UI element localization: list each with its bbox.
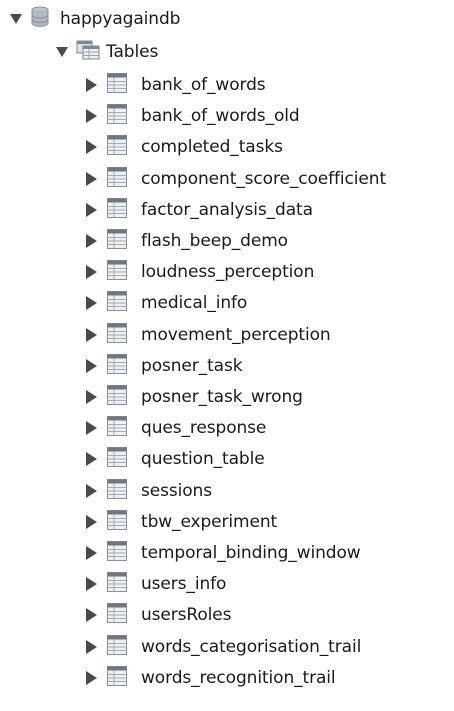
table-item[interactable]: temporal_binding_window	[86, 538, 361, 568]
expand-arrow-icon[interactable]	[86, 296, 97, 311]
table-icon	[107, 416, 127, 440]
table-item[interactable]: component_score_coefficient	[86, 164, 386, 194]
expand-arrow-icon[interactable]	[86, 202, 97, 217]
table-item[interactable]: sessions	[86, 476, 212, 506]
table-item[interactable]: factor_analysis_data	[86, 195, 313, 225]
schema-tree: happyagaindb Tables bank_of_words bank_of…	[0, 0, 454, 711]
table-name: medical_info	[141, 293, 248, 314]
table-icon	[107, 572, 127, 596]
collapse-arrow-icon[interactable]	[56, 47, 68, 57]
collapse-arrow-icon[interactable]	[10, 14, 22, 24]
expand-arrow-icon[interactable]	[86, 78, 97, 92]
table-name: factor_analysis_data	[141, 199, 313, 220]
expand-arrow-icon[interactable]	[86, 390, 97, 404]
table-icon	[107, 166, 127, 191]
table-name: users_info	[141, 574, 227, 595]
table-icon	[107, 509, 127, 534]
table-item[interactable]: users_info	[86, 569, 226, 599]
expand-arrow-icon[interactable]	[86, 514, 97, 529]
table-name: ques_response	[141, 418, 267, 439]
table-item[interactable]: bank_of_words_old	[86, 101, 300, 131]
table-icon	[107, 447, 127, 471]
expand-arrow-icon[interactable]	[86, 608, 97, 623]
expand-arrow-icon[interactable]	[86, 483, 97, 498]
database-node[interactable]: happyagaindb	[10, 4, 180, 34]
table-name: loudness_perception	[141, 262, 315, 283]
table-icon	[107, 73, 127, 97]
database-icon	[30, 6, 50, 32]
expand-arrow-icon[interactable]	[86, 452, 97, 467]
expand-arrow-icon[interactable]	[86, 546, 97, 560]
table-name: flash_beep_demo	[141, 231, 288, 251]
expand-arrow-icon[interactable]	[86, 577, 97, 592]
expand-arrow-icon[interactable]	[86, 639, 97, 654]
expand-arrow-icon[interactable]	[86, 265, 97, 280]
expand-arrow-icon[interactable]	[86, 234, 97, 248]
database-name: happyagaindb	[60, 9, 181, 29]
tables-folder-label: Tables	[106, 42, 159, 62]
expand-arrow-icon[interactable]	[86, 670, 97, 685]
table-item[interactable]: loudness_perception	[86, 257, 314, 287]
table-name: component_score_coefficient	[141, 168, 387, 189]
table-icon	[107, 353, 127, 378]
table-item[interactable]: bank_of_words	[86, 70, 266, 100]
table-name: temporal_binding_window	[141, 543, 361, 563]
table-name: sessions	[141, 480, 212, 501]
table-icon	[107, 385, 127, 409]
table-icon	[107, 104, 127, 128]
table-item[interactable]: movement_perception	[86, 320, 331, 350]
table-item[interactable]: completed_tasks	[86, 132, 283, 162]
table-item[interactable]: posner_task_wrong	[86, 382, 303, 412]
table-name: bank_of_words_old	[141, 106, 300, 127]
table-item[interactable]: usersRoles	[86, 600, 232, 630]
table-name: question_table	[141, 449, 265, 470]
table-name: posner_task	[141, 355, 243, 376]
table-name: usersRoles	[141, 605, 232, 626]
expand-arrow-icon[interactable]	[86, 140, 97, 155]
table-icon	[107, 478, 127, 503]
table-item[interactable]: flash_beep_demo	[86, 226, 288, 256]
expand-arrow-icon[interactable]	[86, 358, 97, 373]
table-item[interactable]: words_recognition_trail	[86, 663, 336, 693]
table-icon	[107, 135, 127, 159]
expand-arrow-icon[interactable]	[86, 109, 97, 124]
expand-arrow-icon[interactable]	[86, 327, 97, 342]
table-icon	[107, 322, 127, 347]
table-name: completed_tasks	[141, 137, 283, 158]
table-item[interactable]: question_table	[86, 444, 265, 474]
expand-arrow-icon[interactable]	[86, 171, 97, 186]
tables-folder-node[interactable]: Tables	[56, 37, 158, 67]
table-name: movement_perception	[141, 324, 331, 345]
table-item[interactable]: posner_task	[86, 351, 243, 381]
table-name: words_categorisation_trail	[141, 636, 362, 657]
table-icon	[107, 229, 127, 253]
tables-folder-icon	[76, 40, 100, 64]
table-icon	[107, 541, 127, 565]
table-icon	[107, 260, 127, 284]
table-item[interactable]: tbw_experiment	[86, 507, 277, 537]
table-name: posner_task_wrong	[141, 387, 303, 407]
table-icon	[107, 197, 127, 222]
table-name: tbw_experiment	[141, 511, 278, 532]
table-icon	[107, 291, 127, 315]
table-item[interactable]: ques_response	[86, 413, 266, 443]
table-name: words_recognition_trail	[141, 667, 336, 688]
table-icon	[107, 603, 127, 627]
table-icon	[107, 634, 127, 659]
table-item[interactable]: words_categorisation_trail	[86, 632, 361, 662]
table-name: bank_of_words	[141, 75, 266, 95]
table-item[interactable]: medical_info	[86, 288, 247, 318]
expand-arrow-icon[interactable]	[86, 421, 97, 436]
table-icon	[107, 665, 127, 690]
